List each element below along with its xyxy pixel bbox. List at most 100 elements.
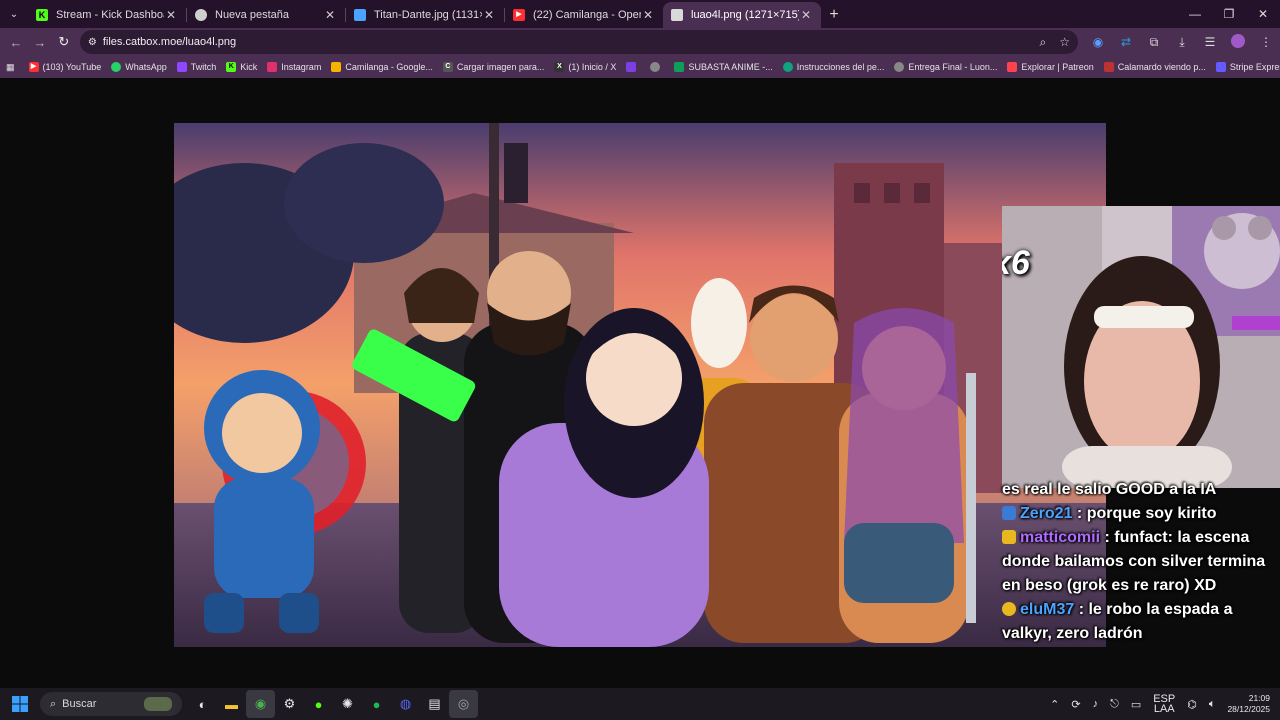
restore-icon[interactable]: ❐ bbox=[1212, 0, 1246, 28]
image-icon bbox=[354, 9, 366, 21]
tab-3[interactable]: ▶ (22) Camilanga - Opening 1 (Ti ✕ bbox=[505, 2, 663, 28]
puzzle-icon[interactable]: ⧉ bbox=[1140, 35, 1168, 50]
bookmark-star-icon[interactable]: ☆ bbox=[1059, 35, 1070, 49]
close-icon[interactable]: ✕ bbox=[164, 8, 178, 22]
globe-icon bbox=[650, 62, 661, 72]
bookmark-item[interactable]: Instagram bbox=[267, 62, 321, 72]
webcam-feed bbox=[1002, 206, 1280, 488]
chevron-down-icon: ⌄ bbox=[9, 8, 19, 20]
more-menu-icon[interactable]: ⋮ bbox=[1252, 35, 1280, 49]
language-indicator[interactable]: ESP LAA bbox=[1153, 694, 1175, 715]
app-steam-icon[interactable]: ◐ bbox=[188, 690, 217, 718]
site-info-icon[interactable]: ⚙ bbox=[88, 37, 97, 48]
back-button[interactable]: ← bbox=[4, 30, 28, 54]
extension-icon[interactable]: ◉ bbox=[1084, 35, 1112, 49]
tab-2[interactable]: Titan-Dante.jpg (1131×1200) ✕ bbox=[346, 2, 504, 28]
tab-title: Nueva pestaña bbox=[215, 9, 289, 21]
tab-search-button[interactable]: ⌄ bbox=[0, 0, 28, 28]
chat-message: es real le salio GOOD a la IA bbox=[1000, 478, 1280, 502]
bookmark-item[interactable]: Twitch bbox=[176, 62, 216, 72]
youtube-icon: ▶ bbox=[28, 62, 39, 72]
tab-4-active[interactable]: luao4l.png (1271×715) ✕ bbox=[663, 2, 821, 28]
bookmark-item[interactable] bbox=[650, 62, 664, 72]
url-text[interactable]: files.catbox.moe/luao4l.png bbox=[103, 36, 1030, 48]
tab-title: luao4l.png (1271×715) bbox=[691, 9, 799, 21]
plus-icon: + bbox=[829, 6, 839, 23]
obs-icon[interactable]: ● bbox=[304, 690, 333, 718]
bookmark-item[interactable]: X (1) Inicio / X bbox=[554, 62, 616, 72]
zoom-icon[interactable]: ⌕ bbox=[1039, 35, 1046, 49]
volume-icon[interactable]: 🔈︎ bbox=[1209, 698, 1216, 711]
taskbar-search[interactable]: ⌕ Buscar bbox=[40, 692, 182, 716]
youtube-icon: ▶ bbox=[513, 9, 525, 21]
address-bar[interactable]: ⚙ files.catbox.moe/luao4l.png ⌕ ☆ bbox=[79, 30, 1078, 54]
minimize-icon[interactable]: — bbox=[1178, 0, 1212, 28]
bookmark-item[interactable]: ▶ (103) YouTube bbox=[28, 62, 101, 72]
bookmark-item[interactable]: WhatsApp bbox=[111, 62, 167, 72]
download-icon[interactable]: ⤓ bbox=[1168, 35, 1196, 50]
bookmark-item[interactable]: Instrucciones del pe... bbox=[782, 62, 884, 72]
whatsapp-icon bbox=[111, 62, 122, 72]
search-input[interactable]: Buscar bbox=[62, 698, 144, 710]
clock[interactable]: 21:09 28/12/2025 bbox=[1227, 693, 1270, 715]
displayed-image bbox=[174, 123, 1106, 647]
system-tray: ⌃ ⟳ ♪ ⎋ ▭ ESP LAA ⌬ 🔈︎ 21:09 28/12/2025 bbox=[1044, 688, 1280, 720]
tab-0[interactable]: K Stream - Kick Dashboard ✕ bbox=[28, 2, 186, 28]
chrome-icon[interactable]: ◉ bbox=[246, 690, 275, 718]
microphone-icon[interactable]: ♪ bbox=[1093, 698, 1099, 710]
forward-button[interactable]: → bbox=[28, 30, 52, 54]
close-icon[interactable]: ✕ bbox=[323, 8, 337, 22]
arrow-left-icon: ← bbox=[9, 34, 23, 50]
chrome-icon bbox=[195, 9, 207, 21]
webcam-overlay: x6 bbox=[1002, 206, 1280, 488]
bookmark-item[interactable]: Calamardo viendo p... bbox=[1103, 62, 1206, 72]
file-explorer-icon[interactable]: ▬ bbox=[217, 690, 246, 718]
network-icon[interactable]: ⌬ bbox=[1187, 698, 1197, 711]
new-tab-button[interactable]: + bbox=[821, 2, 847, 28]
app-icon[interactable]: ▤ bbox=[420, 690, 449, 718]
bookmark-item[interactable]: Stripe Express bbox=[1215, 62, 1280, 72]
sync-icon[interactable]: ⟳ bbox=[1071, 698, 1080, 711]
c-icon: C bbox=[442, 62, 453, 72]
avatar[interactable] bbox=[1224, 33, 1252, 51]
patreon-icon bbox=[1007, 62, 1018, 72]
x-icon: X bbox=[554, 62, 565, 72]
bookmark-item[interactable]: Entrega Final - Luon... bbox=[894, 62, 997, 72]
bookmark-item[interactable]: C Cargar imagen para... bbox=[442, 62, 544, 72]
bookmark-item[interactable]: K Kick bbox=[226, 62, 257, 72]
steam-icon[interactable]: ◎ bbox=[449, 690, 478, 718]
tab-1[interactable]: Nueva pestaña ✕ bbox=[187, 2, 345, 28]
page-icon bbox=[671, 9, 683, 21]
media-icon[interactable]: ☰ bbox=[1196, 35, 1224, 49]
usb-icon[interactable]: ⎋ bbox=[1110, 698, 1119, 711]
browser-toolbar: ← → ↻ ⚙ files.catbox.moe/luao4l.png ⌕ ☆ … bbox=[0, 28, 1280, 56]
reload-button[interactable]: ↻ bbox=[52, 30, 76, 54]
badge-icon bbox=[1002, 506, 1016, 520]
bookmark-item[interactable]: Camilanga - Google... bbox=[331, 62, 433, 72]
close-window-icon[interactable]: ✕ bbox=[1246, 0, 1280, 28]
settings-icon[interactable]: ⚙ bbox=[275, 690, 304, 718]
extensions-area: ◉ ⇄ ⧉ ⤓ ☰ ⋮ bbox=[1084, 33, 1280, 51]
apps-grid-icon[interactable]: ▦ bbox=[6, 62, 15, 73]
chevron-up-icon[interactable]: ⌃ bbox=[1050, 698, 1059, 711]
bookmark-item[interactable]: SUBASTA ANIME -... bbox=[674, 62, 773, 72]
chat-message: eluM37 : le robo la espada a valkyr, zer… bbox=[1000, 598, 1280, 646]
spotify-icon[interactable]: ● bbox=[362, 690, 391, 718]
bookmark-item[interactable] bbox=[626, 62, 640, 72]
clock-date: 28/12/2025 bbox=[1227, 704, 1270, 714]
close-icon[interactable]: ✕ bbox=[482, 8, 496, 22]
illustration bbox=[174, 123, 1106, 647]
close-icon[interactable]: ✕ bbox=[641, 8, 655, 22]
discord-icon[interactable]: ◍ bbox=[391, 690, 420, 718]
gear-app-icon[interactable]: ✺ bbox=[333, 690, 362, 718]
bookmark-item[interactable]: Explorar | Patreon bbox=[1007, 62, 1094, 72]
drive-icon[interactable]: ▭ bbox=[1131, 698, 1141, 711]
close-icon[interactable]: ✕ bbox=[799, 8, 813, 22]
translate-icon[interactable]: ⇄ bbox=[1112, 35, 1140, 49]
start-button[interactable] bbox=[0, 696, 40, 712]
coin-badge-icon bbox=[1002, 602, 1016, 616]
clock-time: 21:09 bbox=[1248, 693, 1270, 703]
chat-username: eluM37 bbox=[1020, 601, 1075, 618]
image-icon bbox=[1103, 62, 1114, 72]
search-icon: ⌕ bbox=[50, 697, 57, 710]
